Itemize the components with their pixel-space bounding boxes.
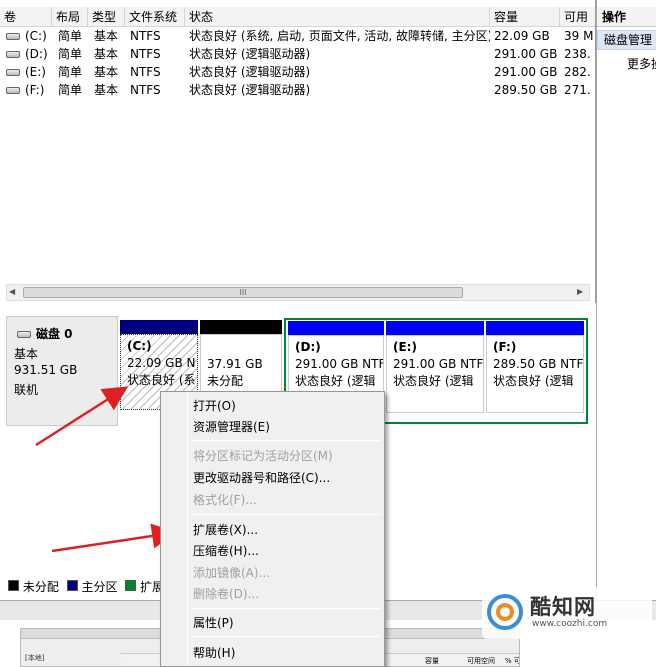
menu-separator (191, 608, 381, 609)
menu-item-shrink-volume[interactable]: 压缩卷(H)... (193, 541, 259, 561)
menu-item-mark-active[interactable]: 将分区标记为活动分区(M) (193, 446, 333, 466)
watermark-logo-icon (487, 594, 523, 630)
menu-separator (191, 440, 381, 441)
context-menu: 打开(O) 资源管理器(E) 将分区标记为活动分区(M) 更改驱动器号和路径(C… (160, 391, 385, 667)
thumb-col: 容量 (425, 657, 439, 665)
menu-item-delete-volume[interactable]: 删除卷(D)... (193, 584, 259, 604)
menu-item-change-letter[interactable]: 更改驱动器号和路径(C)... (193, 468, 330, 488)
menu-gutter (187, 392, 188, 666)
arrow-to-extend-volume (51, 523, 177, 553)
menu-item-explorer[interactable]: 资源管理器(E) (193, 417, 270, 437)
menu-item-extend-volume[interactable]: 扩展卷(X)... (193, 520, 258, 540)
thumb-label: [本地] (25, 654, 45, 662)
menu-separator (191, 636, 381, 637)
menu-item-properties[interactable]: 属性(P) (193, 613, 234, 633)
menu-item-open[interactable]: 打开(O) (193, 396, 236, 416)
watermark-url: www.coozhi.com (532, 619, 608, 629)
watermark-brand: 酷知网 (530, 595, 596, 619)
menu-separator (191, 514, 381, 515)
thumb-col: % 可用 (505, 657, 519, 665)
arrow-to-c-partition (35, 386, 129, 447)
watermark: 酷知网 www.coozhi.com (482, 587, 652, 639)
menu-item-format[interactable]: 格式化(F)... (193, 490, 257, 510)
menu-item-help[interactable]: 帮助(H) (193, 643, 235, 663)
menu-item-add-mirror[interactable]: 添加镜像(A)... (193, 563, 270, 583)
thumb-col: 可用空间 (467, 657, 495, 665)
